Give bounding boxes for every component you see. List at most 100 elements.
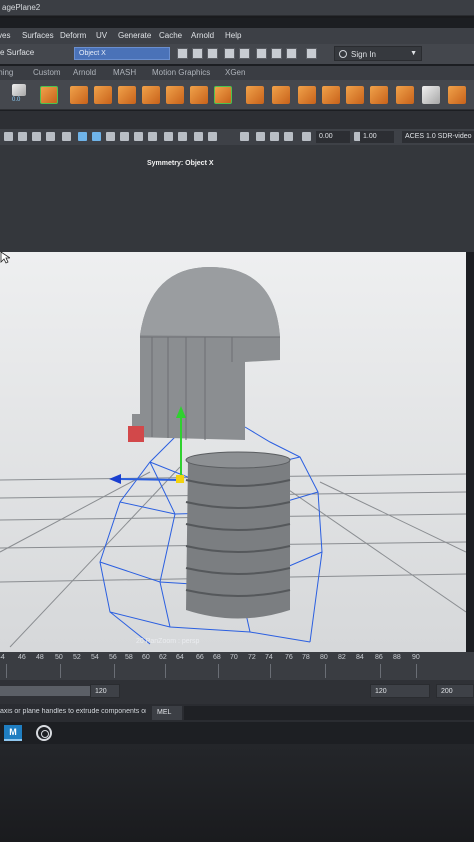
- tab-motion-graphics[interactable]: Motion Graphics: [152, 68, 210, 77]
- shelf-value-label: 0.0: [12, 97, 21, 103]
- command-input[interactable]: [184, 706, 474, 720]
- panel-icon-2[interactable]: [18, 132, 27, 141]
- os-taskbar: M: [0, 722, 474, 744]
- tool-icon-6[interactable]: [166, 86, 184, 104]
- hud-icon[interactable]: [256, 132, 265, 141]
- tool-icon-15[interactable]: [396, 86, 414, 104]
- panel-toolbar: 0.00 1.00 ACES 1.0 SDR-video: [0, 129, 474, 145]
- grid-icon[interactable]: [240, 132, 249, 141]
- exposure-field[interactable]: 0.00: [316, 131, 350, 143]
- tool-icon-11[interactable]: [298, 86, 316, 104]
- tick-mark: [270, 664, 271, 678]
- mel-language-button[interactable]: MEL: [152, 706, 182, 720]
- tool-icon-1[interactable]: [40, 86, 58, 104]
- panel-icon-4[interactable]: [46, 132, 55, 141]
- exposure-icon[interactable]: [302, 132, 311, 141]
- chevron-down-icon: ▼: [410, 50, 417, 57]
- render-icon[interactable]: [306, 48, 317, 59]
- lights-icon[interactable]: [120, 132, 129, 141]
- wireframe-icon[interactable]: [78, 132, 87, 141]
- tool-icon-14[interactable]: [370, 86, 388, 104]
- range-start-field[interactable]: 120: [90, 684, 120, 698]
- tick-label: 72: [248, 654, 256, 661]
- panel-icon-1[interactable]: [4, 132, 13, 141]
- tab-mash[interactable]: MASH: [113, 68, 136, 77]
- tab-xgen[interactable]: XGen: [225, 68, 245, 77]
- sign-in-button[interactable]: Sign In ▼: [334, 46, 422, 61]
- xray-joints-icon[interactable]: [208, 132, 217, 141]
- open-scene-icon[interactable]: [192, 48, 203, 59]
- menu-cache[interactable]: Cache: [159, 31, 182, 40]
- tab-arnold[interactable]: Arnold: [73, 68, 96, 77]
- redo-icon[interactable]: [239, 48, 250, 59]
- shaded-icon[interactable]: [92, 132, 101, 141]
- tool-icon-12[interactable]: [322, 86, 340, 104]
- new-scene-icon[interactable]: [177, 48, 188, 59]
- tool-icon-16[interactable]: [422, 86, 440, 104]
- tick-label: 60: [142, 654, 150, 661]
- aa-icon[interactable]: [164, 132, 173, 141]
- tool-icon-9[interactable]: [246, 86, 264, 104]
- tool-icon-7[interactable]: [190, 86, 208, 104]
- selected-face-marker: [128, 426, 144, 442]
- window-title: agePlane2: [2, 3, 41, 12]
- pause-icon[interactable]: [286, 48, 297, 59]
- tick-label: 50: [55, 654, 63, 661]
- menu-help[interactable]: Help: [225, 31, 241, 40]
- tick-mark: [416, 664, 417, 678]
- range-max-field[interactable]: 200: [436, 684, 474, 698]
- mouse-cursor-icon: [0, 252, 10, 264]
- tick-label: 44: [0, 654, 5, 661]
- xray-icon[interactable]: [194, 132, 203, 141]
- range-end-field[interactable]: 120: [370, 684, 430, 698]
- panel-icon-3[interactable]: [32, 132, 41, 141]
- tick-mark: [325, 664, 326, 678]
- snap-curve-icon[interactable]: [271, 48, 282, 59]
- panel-separator: [0, 111, 474, 129]
- tool-icon-8[interactable]: [214, 86, 232, 104]
- tick-label: 70: [230, 654, 238, 661]
- tick-label: 76: [285, 654, 293, 661]
- textured-icon[interactable]: [106, 132, 115, 141]
- sign-in-label: Sign In: [351, 50, 376, 59]
- colorspace-select[interactable]: ACES 1.0 SDR-video: [402, 131, 474, 143]
- menuset-selector[interactable]: e Surface: [0, 48, 34, 57]
- tool-icon-4[interactable]: [118, 86, 136, 104]
- undo-icon[interactable]: [224, 48, 235, 59]
- symmetry-object-field[interactable]: Object X: [74, 47, 170, 60]
- gamma-field[interactable]: 1.00: [360, 131, 394, 143]
- menu-surfaces[interactable]: Surfaces: [22, 31, 54, 40]
- app-taskbar-icon[interactable]: [36, 725, 52, 741]
- panel-icon-5[interactable]: [62, 132, 71, 141]
- menu-curves[interactable]: ves: [0, 31, 10, 40]
- range-slider: 120 120 200: [0, 680, 474, 704]
- tool-icon-10[interactable]: [272, 86, 290, 104]
- isolate-icon[interactable]: [178, 132, 187, 141]
- maya-taskbar-button[interactable]: M: [4, 725, 22, 741]
- tool-icon-5[interactable]: [142, 86, 160, 104]
- tick-label: 74: [265, 654, 273, 661]
- tab-custom[interactable]: Custom: [33, 68, 61, 77]
- film-gate-icon[interactable]: [284, 132, 293, 141]
- perspective-viewport[interactable]: 20 PanZoom : persp: [0, 252, 466, 652]
- main-menubar: ves Surfaces Deform UV Generate Cache Ar…: [0, 28, 474, 44]
- ao-icon[interactable]: [148, 132, 157, 141]
- menu-uv[interactable]: UV: [96, 31, 107, 40]
- command-line: axis or plane handles to extrude compone…: [0, 704, 474, 722]
- move-tool-icon[interactable]: [12, 84, 26, 96]
- tool-icon-17[interactable]: [448, 86, 466, 104]
- menu-generate[interactable]: Generate: [118, 31, 151, 40]
- save-scene-icon[interactable]: [207, 48, 218, 59]
- tool-icon-13[interactable]: [346, 86, 364, 104]
- time-slider[interactable]: 44 46 48 50 52 54 56 58 60 62 64 66 68 7…: [0, 652, 474, 680]
- resolution-gate-icon[interactable]: [270, 132, 279, 141]
- snap-grid-icon[interactable]: [256, 48, 267, 59]
- tab-sculpting[interactable]: thing: [0, 68, 13, 77]
- tick-mark: [6, 664, 7, 678]
- tool-icon-3[interactable]: [94, 86, 112, 104]
- shadows-icon[interactable]: [134, 132, 143, 141]
- menu-arnold[interactable]: Arnold: [191, 31, 214, 40]
- tool-icon-2[interactable]: [70, 86, 88, 104]
- menu-deform[interactable]: Deform: [60, 31, 86, 40]
- shelf-tabs: thing Custom Arnold MASH Motion Graphics…: [0, 66, 474, 80]
